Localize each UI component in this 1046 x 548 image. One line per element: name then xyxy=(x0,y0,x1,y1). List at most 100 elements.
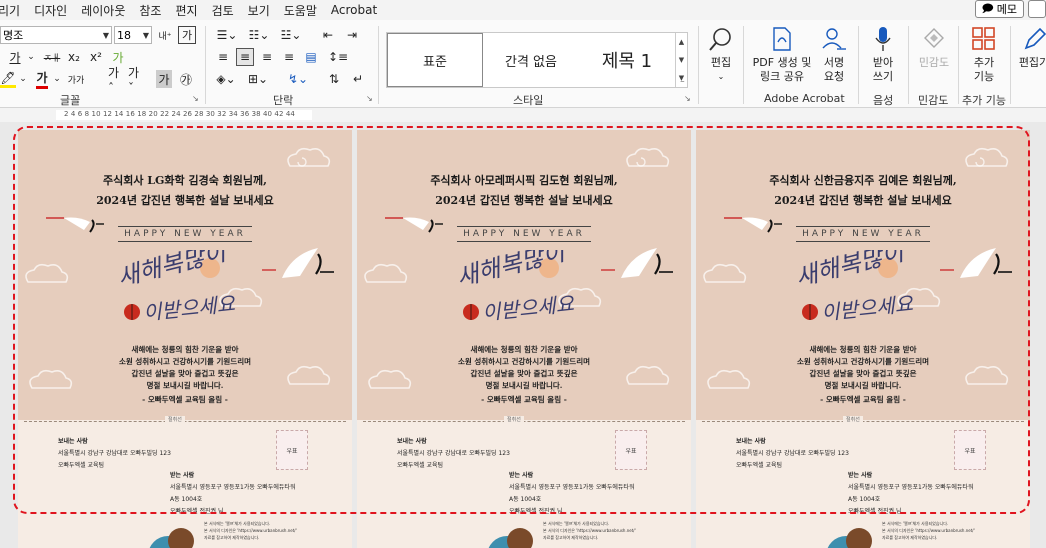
asian-layout-button[interactable]: ↯⌄ xyxy=(286,70,310,88)
editor-label: 편집기 xyxy=(1018,56,1046,69)
menu-item-references[interactable]: 참조 xyxy=(132,2,168,19)
menu-item-acrobat[interactable]: Acrobat xyxy=(324,3,384,17)
underline-button[interactable]: 가 xyxy=(8,48,22,66)
memo-button[interactable]: 🗩 메모 xyxy=(974,0,1024,18)
enclose-char-button[interactable]: ㉮ xyxy=(178,70,194,88)
greeting-card[interactable]: 주식회사 신한금융지주 김예은 회원님께, 2024년 갑진년 행복한 설날 보… xyxy=(696,130,1030,548)
clear-format-button[interactable]: 가 xyxy=(178,26,196,44)
menu-item-review[interactable]: 검토 xyxy=(205,2,241,19)
align-left-button[interactable]: ≡ xyxy=(214,48,232,66)
dictate-label-1: 받아 xyxy=(872,56,894,69)
font-color-icon: 가 xyxy=(36,69,48,89)
distributed-button[interactable]: ▤ xyxy=(302,48,320,66)
chevron-down-icon[interactable]: ⌄ xyxy=(52,70,62,88)
sign-label-2: 요청 xyxy=(823,70,845,83)
align-right-button[interactable]: ≡ xyxy=(258,48,276,66)
show-marks-button[interactable]: ↵ xyxy=(350,70,366,88)
paragraph-dialog-launcher-icon[interactable]: ↘ xyxy=(366,94,373,103)
greeting-card[interactable]: 주식회사 아모레퍼시픽 김도현 회원님께, 2024년 갑진년 행복한 설날 보… xyxy=(357,130,691,548)
font-group-label: 글꼴 xyxy=(60,94,81,107)
chevron-down-icon[interactable]: ⌄ xyxy=(26,48,36,66)
decrease-indent-button[interactable]: ⇤ xyxy=(320,26,336,44)
sensitivity-button[interactable]: 민감도 xyxy=(914,24,954,70)
request-signature-button[interactable]: 서명 요청 xyxy=(816,24,852,84)
more-styles-icon[interactable]: ▼̲ xyxy=(679,74,684,82)
recipient-name: 오빠두엑셀 전진권 님 xyxy=(170,508,224,515)
crane-right-icon xyxy=(940,248,1012,278)
document-canvas[interactable]: 주식회사 LG화학 김경숙 회원님께, 2024년 갑진년 행복한 설날 보내세… xyxy=(0,122,1046,548)
group-divider xyxy=(743,26,744,104)
style-heading-1[interactable]: 제목 1 xyxy=(579,33,675,87)
chevron-up-icon[interactable]: ▲ xyxy=(679,38,684,46)
superscript-button[interactable]: x² xyxy=(88,48,104,66)
style-no-spacing[interactable]: 간격 없음 xyxy=(483,33,579,87)
styles-scroll[interactable]: ▲ ▼ ▼̲ xyxy=(675,33,687,87)
credits-line: 자료를 참고하여 제작하였습니다. xyxy=(882,535,938,540)
addins-grid-icon xyxy=(971,24,997,54)
font-name-combo[interactable]: 명조 ▼ xyxy=(0,26,112,44)
group-divider xyxy=(958,26,959,104)
change-case-button[interactable]: 가가 xyxy=(66,70,86,88)
message-line: 갑진년 설날을 맞아 즐겁고 뜻깊은 xyxy=(470,369,578,378)
font-size-combo[interactable]: 18 ▼ xyxy=(114,26,152,44)
shading-button[interactable]: ◈⌄ xyxy=(214,70,238,88)
align-center-button[interactable]: ≡ xyxy=(236,48,254,66)
editor-button[interactable]: 편집기 xyxy=(1014,24,1046,70)
strikethrough-button[interactable]: ㅈㅐ xyxy=(42,48,62,66)
numbering-button[interactable]: ☷⌄ xyxy=(246,26,272,44)
menu-item-mailings[interactable]: 편지 xyxy=(168,2,204,19)
style-dialog-launcher-icon[interactable]: ↘ xyxy=(684,94,691,103)
create-pdf-button[interactable]: PDF 생성 및 링크 공유 xyxy=(750,24,814,84)
message-line: 명절 보내시길 바랍니다. xyxy=(824,381,902,390)
menu-item-design[interactable]: 디자인 xyxy=(27,2,74,19)
addins-group-label: 추가 기능 xyxy=(962,94,1006,107)
dictate-button[interactable]: 받아 쓰기 xyxy=(864,24,902,84)
chevron-down-icon[interactable]: ▼ xyxy=(679,56,684,64)
sender-block: 보내는 사람 서울특별시 강남구 강남대로 오빠두빌딩 123 오빠두엑셀 교육… xyxy=(736,436,849,472)
editor-pen-icon xyxy=(1022,24,1046,54)
line-spacing-button[interactable]: ↕≡ xyxy=(326,48,350,66)
grow-font-size-button[interactable]: 가ˆ xyxy=(108,66,124,95)
subscript-button[interactable]: x₂ xyxy=(66,48,82,66)
happy-new-year-banner: HAPPY NEW YEAR xyxy=(118,226,252,242)
highlight-color-button[interactable]: 🖊 xyxy=(0,70,16,88)
greeting-card[interactable]: 주식회사 LG화학 김경숙 회원님께, 2024년 갑진년 행복한 설날 보내세… xyxy=(18,130,352,548)
recipient-room: A동 1004호 xyxy=(170,496,203,503)
card-signature: - 오빠두엑셀 교육팀 올림 - xyxy=(142,395,228,404)
sort-button[interactable]: ⇅ xyxy=(326,70,342,88)
share-button[interactable] xyxy=(1028,0,1046,18)
horizontal-ruler[interactable]: 2 4 6 8 10 12 14 16 18 20 22 24 26 28 30… xyxy=(0,108,1046,122)
justify-button[interactable]: ≡ xyxy=(280,48,298,66)
grow-font-button[interactable]: 내⁺ xyxy=(156,26,174,44)
sender-title: 보내는 사람 xyxy=(397,438,427,445)
shrink-font-size-button[interactable]: 가ˇ xyxy=(128,66,144,95)
menu-item-help[interactable]: 도움말 xyxy=(277,2,324,19)
font-color-button[interactable]: 가 xyxy=(34,69,50,89)
ruler-numbers: 2 4 6 8 10 12 14 16 18 20 22 24 26 28 30… xyxy=(64,110,295,118)
style-normal[interactable]: 표준 xyxy=(387,33,483,87)
multilevel-list-button[interactable]: ☳⌄ xyxy=(278,26,304,44)
borders-button[interactable]: ⊞⌄ xyxy=(246,70,270,88)
message-line: 갑진년 설날을 맞아 즐겁고 뜻깊은 xyxy=(809,369,917,378)
stamp-box: 우표 xyxy=(615,430,647,470)
message-line: 새해에는 청룡의 힘찬 기운을 받아 xyxy=(809,345,917,354)
menu-item-layout[interactable]: 레이아웃 xyxy=(74,2,132,19)
cut-line xyxy=(702,421,1024,422)
credits-line: 본 서식의 디자인은 'https://www.urbanbrush.net/' xyxy=(543,528,636,533)
recipient-room: A동 1004호 xyxy=(509,496,542,503)
menu-item-insert[interactable]: 리기 xyxy=(0,2,27,19)
edit-button[interactable]: 편집 ⌄ xyxy=(706,24,736,84)
adobe-group-label: Adobe Acrobat xyxy=(764,92,845,105)
addins-button[interactable]: 추가 기능 xyxy=(964,24,1004,84)
menu-item-view[interactable]: 보기 xyxy=(241,2,277,19)
bullets-button[interactable]: ☰⌄ xyxy=(214,26,240,44)
recipient-name: 오빠두엑셀 전진권 님 xyxy=(848,508,902,515)
font-size-value: 18 xyxy=(117,28,131,42)
credits-line: 자료를 참고하여 제작하였습니다. xyxy=(204,535,260,540)
increase-indent-button[interactable]: ⇥ xyxy=(344,26,360,44)
font-dialog-launcher-icon[interactable]: ↘ xyxy=(192,94,199,103)
chevron-down-icon[interactable]: ⌄ xyxy=(18,70,28,88)
signature-icon xyxy=(821,24,847,54)
char-shading-button[interactable]: 가 xyxy=(156,70,172,88)
calligraphy-graphic: 새해복많이 이받으세요 xyxy=(793,250,916,325)
